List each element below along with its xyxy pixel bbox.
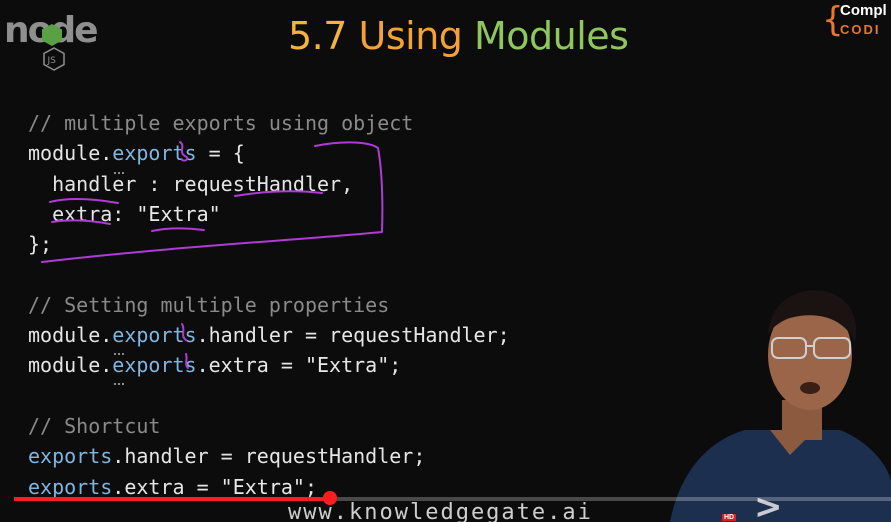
code-token: extra: [28,201,137,226]
code-token: exports [112,141,197,166]
code-token: ; [389,353,402,378]
code-line: }; [28,229,510,259]
code-line: // Setting multiple properties [28,290,510,320]
code-line: module.exports.extra = "Extra"; [28,350,510,380]
code-token: module [28,353,101,378]
title-number: 5.7 [288,14,347,58]
code-line: extra: "Extra" [28,199,510,229]
code-token: // multiple exports using object [28,111,414,135]
code-token: .extra = [112,474,221,499]
code-line: handler : requestHandler, [28,169,510,199]
code-line: exports.handler = requestHandler; [28,441,510,471]
code-block: // multiple exports using object module.e… [28,108,510,502]
video-frame[interactable]: node JS 5.7 Using Modules { Compl CODI /… [0,0,891,522]
code-line: // multiple exports using object [28,108,510,138]
video-progress-bar[interactable] [14,497,891,501]
brand-line-1: Compl [840,2,887,19]
title-word-using: Using [358,14,463,58]
code-token: . [100,141,113,166]
js-badge-text: JS [47,56,57,66]
code-token: exports [28,474,113,499]
presenter-webcam: > [670,290,891,522]
code-token: "Extra" [304,353,390,378]
code-token: }; [28,232,53,257]
slide-title: 5.7 Using Modules [288,14,629,58]
code-token: "Extra" [136,201,221,226]
code-token: // Setting multiple properties [28,292,390,317]
code-token: exports [28,444,113,469]
hd-badge: HD [722,514,737,521]
svg-text:>: > [754,487,783,522]
code-token: . [100,323,113,348]
nodejs-logo: node JS [4,10,108,71]
brand-line-2: CODI [840,22,881,37]
code-token: ; [304,474,318,499]
code-line: module.exports.handler = requestHandler; [28,320,510,350]
title-word-modules: Modules [474,14,629,58]
code-token: "Extra" [220,474,305,499]
code-token: // Shortcut [28,413,161,438]
code-token: exports [112,323,197,348]
progress-scrubber-handle[interactable] [323,491,337,505]
code-token: .handler = requestHandler; [112,444,426,469]
nodejs-logo-graphic: node JS [4,10,99,71]
code-token: module [28,323,101,348]
code-token: .extra = [196,353,305,378]
video-progress-fill [14,497,330,501]
brand-logo: { Compl CODI [820,0,891,40]
code-token: = { [196,141,245,166]
code-line: // Shortcut [28,411,510,441]
code-token: module [28,141,101,166]
code-line: module.exports = { [28,138,510,168]
code-token: handler : requestHandler, [28,171,354,196]
code-token: exports [112,353,197,378]
code-token: .handler = requestHandler; [196,323,510,348]
code-token: . [100,353,113,378]
